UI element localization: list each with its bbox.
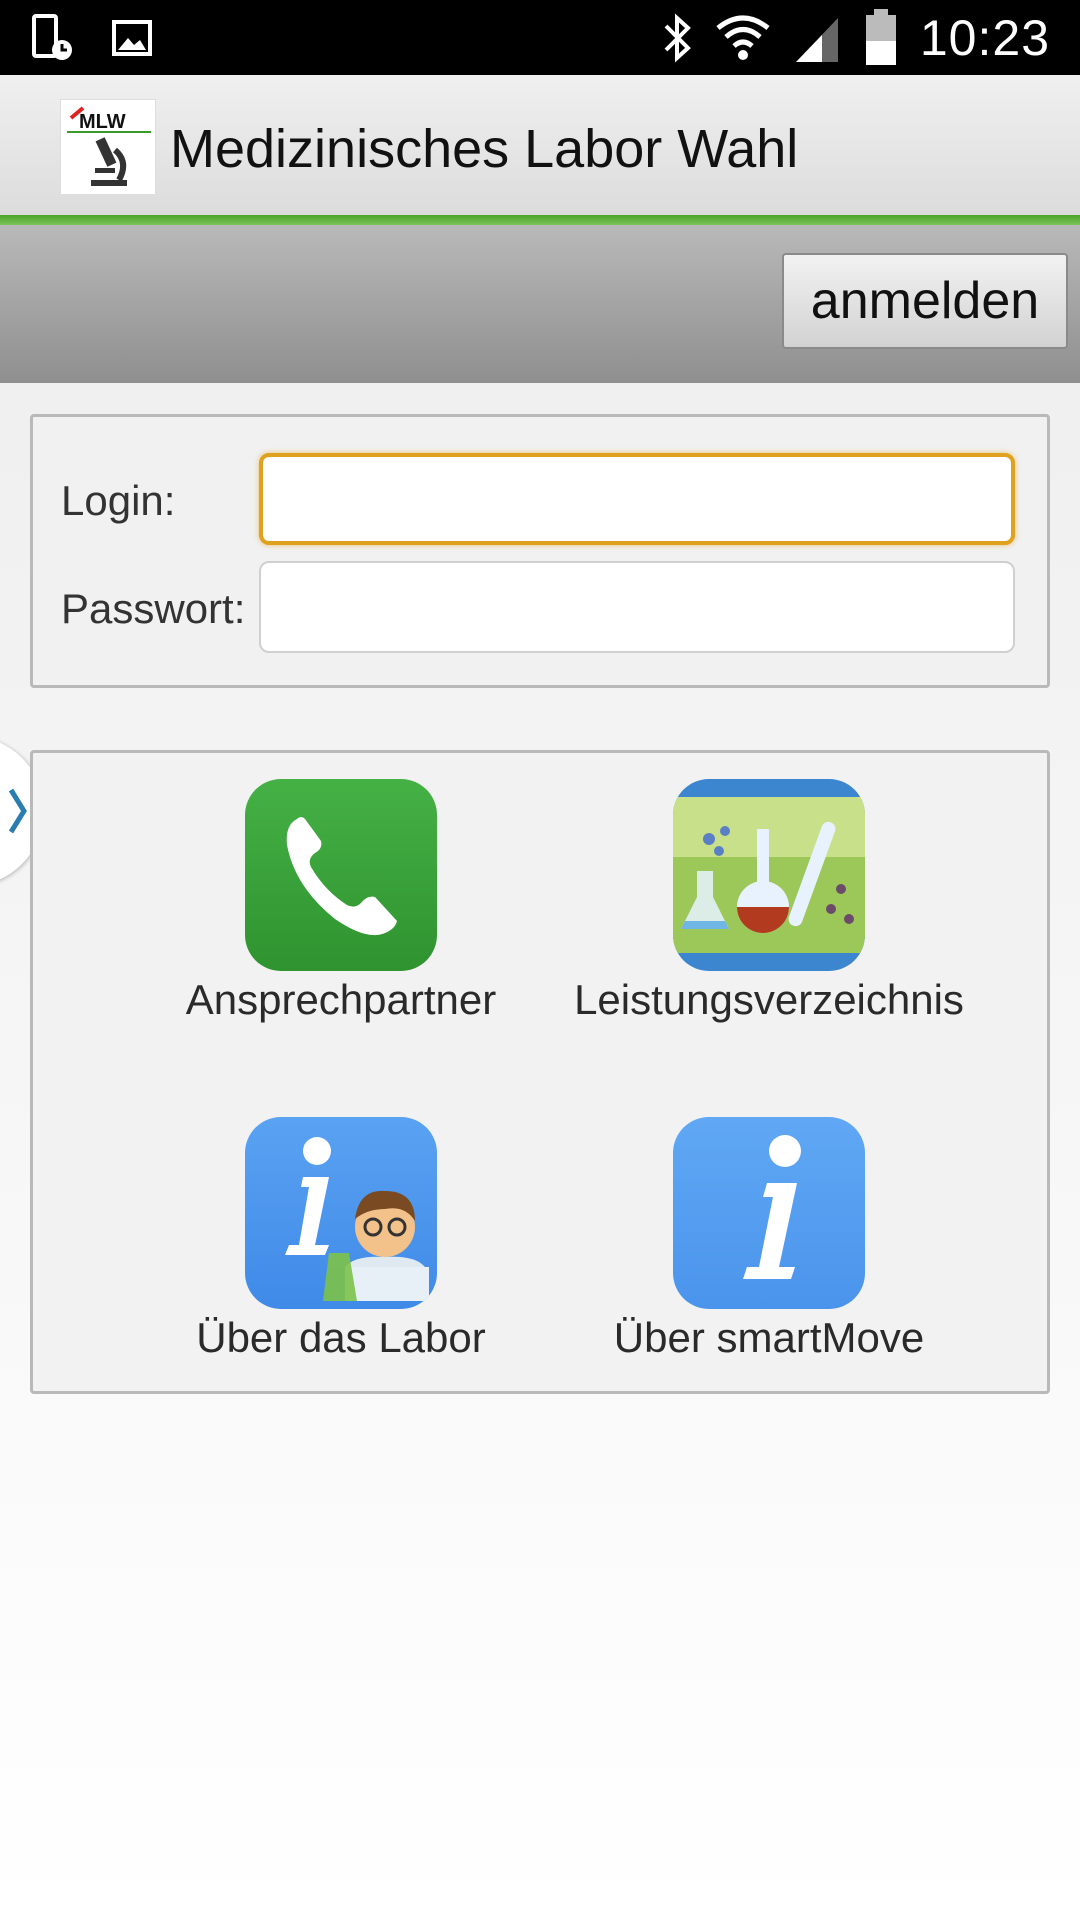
- bluetooth-icon: [664, 13, 691, 63]
- status-bar: 10:23: [0, 0, 1080, 75]
- action-bar: MLW Medizinisches Labor Wahl: [0, 75, 1080, 215]
- battery-icon: [865, 9, 896, 65]
- toolbar: anmelden: [0, 225, 1080, 383]
- password-input[interactable]: [259, 561, 1015, 653]
- tile-ansprechpartner[interactable]: Ansprechpartner: [125, 753, 545, 1043]
- password-label: Passwort:: [61, 585, 246, 632]
- tile-leistungsverzeichnis[interactable]: Leistungsverzeichnis: [553, 753, 973, 1043]
- alarm-phone-icon: [32, 14, 72, 60]
- status-time: 10:23: [919, 10, 1050, 66]
- tile-label: Über das Labor: [196, 1314, 486, 1361]
- accent-divider: [0, 215, 1080, 225]
- lab-flasks-icon: [673, 779, 865, 971]
- signal-icon: [795, 18, 838, 62]
- login-input[interactable]: [259, 453, 1015, 545]
- login-row: Login:: [33, 453, 1047, 549]
- info-scientist-icon: [245, 1117, 437, 1309]
- info-icon: [673, 1117, 865, 1309]
- login-button[interactable]: anmelden: [782, 253, 1068, 349]
- tile-ueber-das-labor[interactable]: Über das Labor: [125, 1091, 545, 1381]
- logo-text: MLW: [79, 111, 126, 133]
- image-icon: [112, 20, 152, 56]
- tile-label: Ansprechpartner: [185, 976, 497, 1023]
- login-form: Login: Passwort:: [30, 414, 1050, 688]
- phone-icon: [245, 779, 437, 971]
- app-logo: MLW: [60, 99, 156, 195]
- menu-tiles: Ansprechpartner Leistungsverzeichnis Übe…: [30, 750, 1050, 1394]
- tile-ueber-smartmove[interactable]: Über smartMove: [553, 1091, 973, 1381]
- tile-label: Über smartMove: [613, 1314, 925, 1361]
- microscope-logo-icon: MLW: [67, 106, 151, 186]
- login-label: Login:: [61, 477, 176, 524]
- wifi-icon: [716, 15, 770, 60]
- app-title: Medizinisches Labor Wahl: [170, 119, 799, 179]
- chevron-right-icon: [8, 788, 27, 834]
- tile-label: Leistungsverzeichnis: [574, 976, 964, 1023]
- password-row: Passwort:: [33, 561, 1047, 657]
